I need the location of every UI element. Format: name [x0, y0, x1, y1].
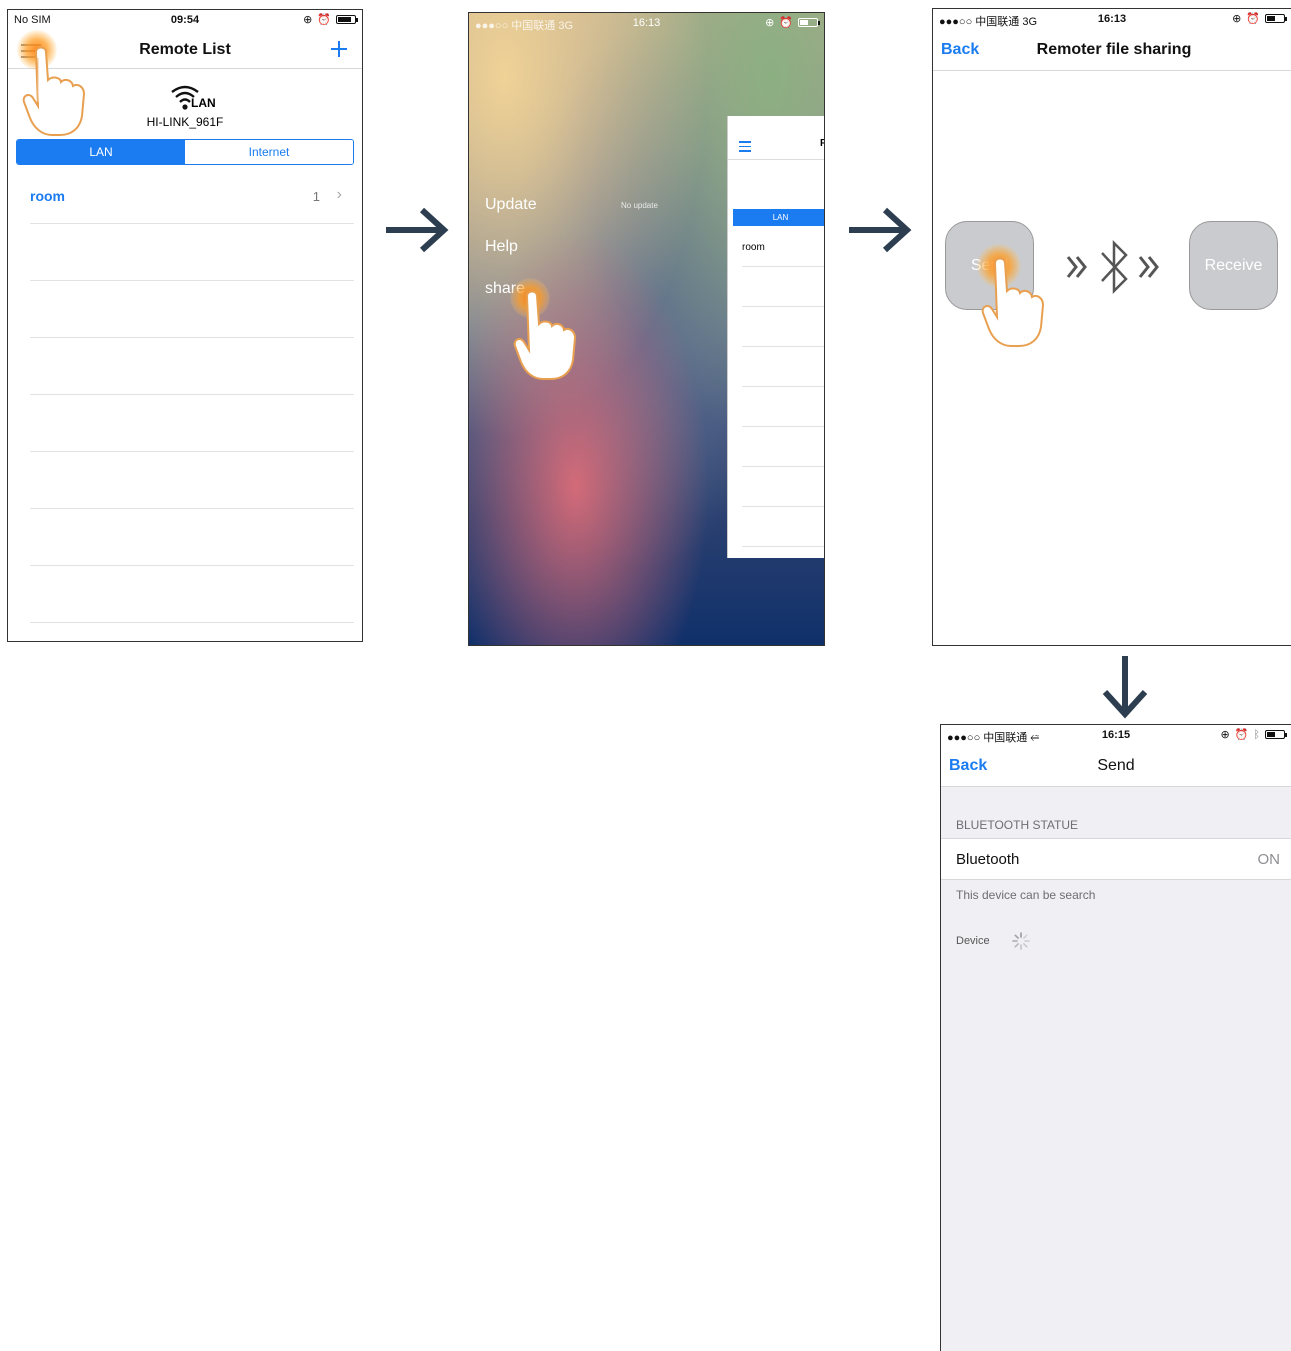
alarm-icon: ⏰ — [1246, 13, 1260, 25]
network-label: LAN — [191, 96, 216, 110]
segment-lan[interactable]: LAN — [17, 140, 185, 164]
status-bar: ●●●○○ 中国联通 ⭉ 16:15 ⊕ ⏰ ᛒ — [941, 725, 1291, 747]
status-bar: ●●●○○ 中国联通 3G 16:13 ⊕ ⏰ — [933, 9, 1291, 31]
bluetooth-status-value: ON — [1257, 851, 1281, 868]
menu-item-help[interactable]: Help — [485, 238, 518, 256]
alarm-icon: ⏰ — [317, 14, 331, 26]
navigation-bar: Back Remoter file sharing — [933, 34, 1291, 71]
update-status: No update — [621, 201, 658, 210]
battery-icon — [1265, 14, 1287, 23]
navigation-bar: Back Send — [941, 747, 1291, 787]
divider — [30, 622, 354, 623]
section-footer: This device can be search — [956, 888, 1096, 902]
alarm-icon: ⏰ — [1234, 729, 1249, 741]
title-fragment: R — [820, 138, 824, 149]
arrow-right-icon — [386, 207, 449, 253]
list-item[interactable]: room 1 › — [30, 185, 354, 207]
device-label: Device — [956, 935, 990, 947]
list-item-name: room — [30, 188, 65, 204]
plus-icon[interactable] — [330, 40, 348, 58]
lock-icon: ⊕ — [303, 14, 313, 26]
segment-lan: LAN — [733, 209, 824, 226]
bluetooth-row[interactable]: Bluetooth ON — [941, 838, 1291, 880]
status-bar: No SIM 09:54 ⊕ ⏰ — [8, 10, 362, 32]
segmented-control: LAN Internet — [16, 139, 354, 165]
divider — [30, 337, 354, 338]
receive-button[interactable]: Receive — [1189, 221, 1278, 310]
menu-item-update[interactable]: Update No update — [485, 196, 685, 214]
segment-internet[interactable]: Internet — [185, 140, 353, 164]
page-title: Send — [1097, 757, 1135, 774]
divider — [30, 451, 354, 452]
page-title: Remoter file sharing — [1036, 41, 1192, 58]
divider — [30, 508, 354, 509]
battery-icon — [336, 15, 358, 24]
arrow-down-icon — [1102, 656, 1148, 719]
hand-pointer-icon — [22, 46, 86, 136]
section-header: BLUETOOTH STATUE — [956, 818, 1079, 832]
lock-icon: ⊕ — [1220, 729, 1230, 741]
menu-icon — [739, 141, 751, 152]
main-view-preview[interactable]: R LAN room — [727, 116, 824, 558]
divider — [30, 394, 354, 395]
list-item-count: 1 — [312, 189, 320, 204]
bluetooth-transfer-icon — [1066, 239, 1159, 295]
chevron-right-icon: › — [336, 186, 342, 203]
divider — [30, 565, 354, 566]
status-bar: ●●●○○ 中国联通 3G 16:13 ⊕ ⏰ — [469, 13, 824, 35]
loading-spinner-icon — [1012, 932, 1030, 950]
bluetooth-icon: ᛒ — [1253, 728, 1260, 741]
lock-icon: ⊕ — [1232, 13, 1242, 25]
list-item: room — [742, 242, 765, 253]
hand-pointer-icon — [513, 290, 577, 380]
alarm-icon: ⏰ — [779, 17, 793, 29]
arrow-right-icon — [849, 207, 912, 253]
battery-icon — [798, 18, 820, 27]
battery-icon — [1265, 730, 1287, 739]
lock-icon: ⊕ — [765, 17, 775, 29]
divider — [30, 223, 354, 224]
hand-pointer-icon — [981, 257, 1045, 347]
divider — [30, 280, 354, 281]
bluetooth-label: Bluetooth — [956, 851, 1020, 868]
screen-send: ●●●○○ 中国联通 ⭉ 16:15 ⊕ ⏰ ᛒ Back Send BLUET… — [940, 724, 1291, 1351]
